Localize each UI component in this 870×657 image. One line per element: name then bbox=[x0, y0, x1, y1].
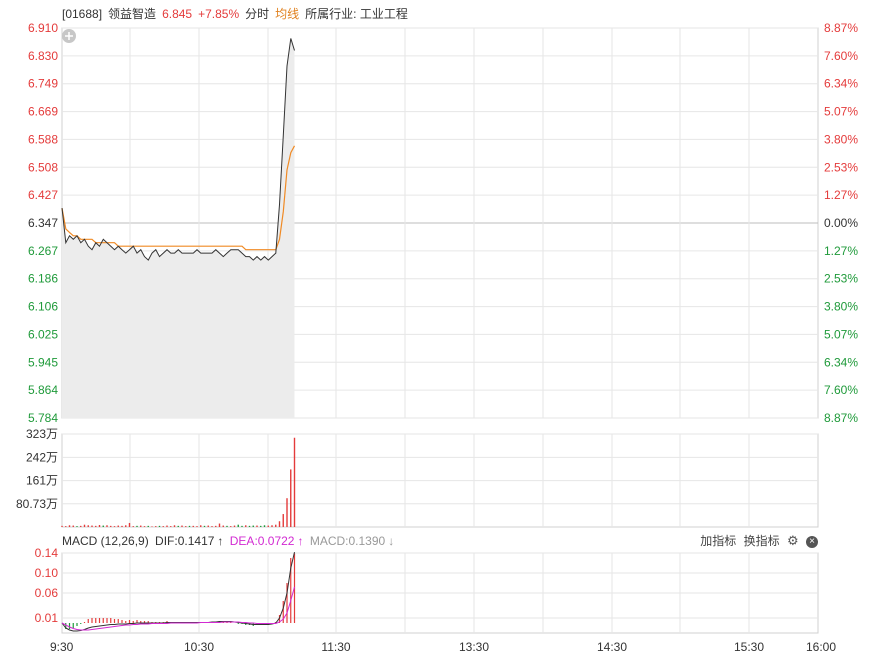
macd-tick-label: 0.14 bbox=[35, 546, 59, 560]
price-tick-label: 6.025 bbox=[28, 327, 58, 341]
price-tick-label: 6.427 bbox=[28, 188, 58, 202]
price-tick-label: 6.669 bbox=[28, 105, 58, 119]
time-tick-label: 9:30 bbox=[50, 640, 74, 654]
price-tick-label: 6.508 bbox=[28, 160, 58, 174]
pct-tick-label: 7.60% bbox=[824, 383, 858, 397]
pct-tick-label: 7.60% bbox=[824, 49, 858, 63]
pct-tick-label: 1.27% bbox=[824, 188, 858, 202]
time-tick-label: 13:30 bbox=[459, 640, 489, 654]
volume-tick-label: 80.73万 bbox=[16, 497, 58, 511]
time-tick-label: 15:30 bbox=[734, 640, 764, 654]
pct-tick-label: 1.27% bbox=[824, 244, 858, 258]
time-tick-label: 10:30 bbox=[184, 640, 214, 654]
macd-tick-label: 0.06 bbox=[35, 586, 59, 600]
pct-tick-label: 2.53% bbox=[824, 160, 858, 174]
pct-tick-label: 2.53% bbox=[824, 272, 858, 286]
price-tick-label: 5.784 bbox=[28, 411, 58, 425]
pct-tick-label: 6.34% bbox=[824, 77, 858, 91]
pct-tick-label: 0.00% bbox=[824, 216, 858, 230]
pct-tick-label: 8.87% bbox=[824, 411, 858, 425]
dif-line bbox=[61, 551, 295, 632]
price-tick-label: 6.267 bbox=[28, 244, 58, 258]
pct-tick-label: 5.07% bbox=[824, 327, 858, 341]
time-tick-label: 11:30 bbox=[321, 640, 350, 654]
price-tick-label: 6.910 bbox=[28, 21, 58, 35]
price-line bbox=[61, 38, 295, 261]
chart-canvas: 6.910 8.87% 6.830 7.60% 6.749 6.34% 6.669 5.07%… bbox=[16, 21, 858, 654]
price-tick-label: 5.864 bbox=[28, 383, 58, 397]
volume-tick-label: 161万 bbox=[26, 474, 58, 488]
price-tick-label: 6.347 bbox=[28, 216, 58, 230]
zoom-icon[interactable] bbox=[62, 29, 76, 43]
time-tick-label: 16:00 bbox=[806, 640, 836, 654]
average-price-line bbox=[61, 145, 296, 251]
price-tick-label: 6.588 bbox=[28, 132, 58, 146]
pct-tick-label: 3.80% bbox=[824, 132, 858, 146]
pct-tick-label: 5.07% bbox=[824, 105, 858, 119]
price-tick-label: 5.945 bbox=[28, 355, 58, 369]
price-area bbox=[62, 38, 295, 419]
pct-tick-label: 6.34% bbox=[824, 355, 858, 369]
price-tick-label: 6.749 bbox=[28, 77, 58, 91]
macd-tick-label: 0.10 bbox=[35, 566, 59, 580]
price-tick-label: 6.830 bbox=[28, 49, 58, 63]
macd-tick-label: 0.01 bbox=[35, 611, 59, 625]
volume-tick-label: 323万 bbox=[26, 427, 58, 441]
pct-tick-label: 3.80% bbox=[824, 300, 858, 314]
pct-tick-label: 8.87% bbox=[824, 21, 858, 35]
volume-tick-label: 242万 bbox=[26, 450, 58, 464]
price-tick-label: 6.186 bbox=[28, 272, 58, 286]
price-tick-label: 6.106 bbox=[28, 300, 58, 314]
time-tick-label: 14:30 bbox=[597, 640, 627, 654]
